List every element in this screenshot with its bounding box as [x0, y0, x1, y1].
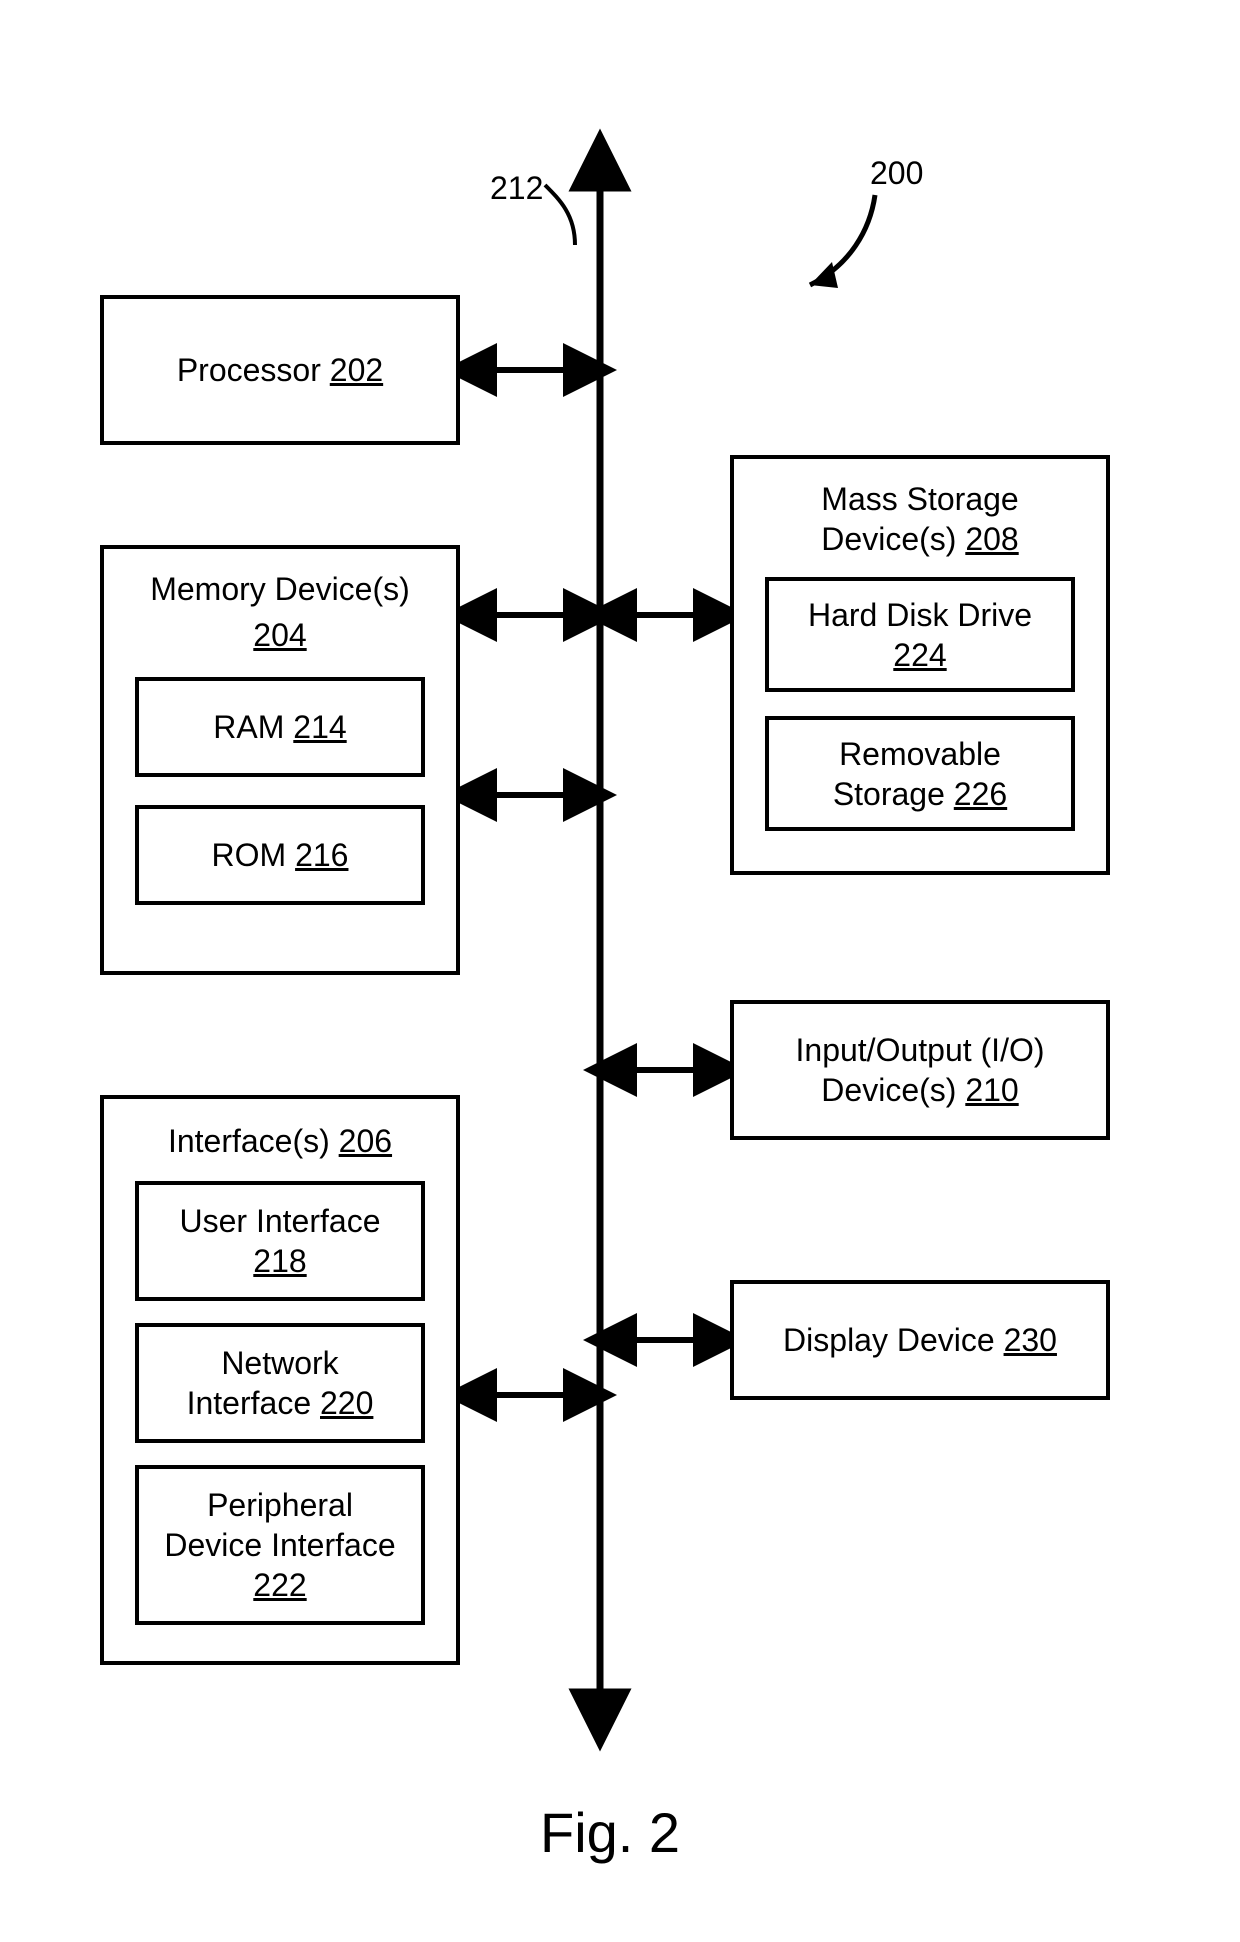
peripheral-interface-block: Peripheral Device Interface 222 [135, 1465, 425, 1625]
user-interface-block: User Interface 218 [135, 1181, 425, 1301]
interfaces-label: Interface(s) 206 [168, 1121, 392, 1161]
diagram-canvas: 212 200 Processor 202 Memory Device(s) 2… [0, 0, 1240, 1942]
system-ref-label: 200 [870, 155, 923, 192]
system-ref-arrow [810, 195, 875, 285]
network-interface-label2: Interface 220 [187, 1383, 374, 1423]
mass-storage-block: Mass Storage Device(s) 208 Hard Disk Dri… [730, 455, 1110, 875]
removable-label1: Removable [839, 734, 1001, 774]
processor-block: Processor 202 [100, 295, 460, 445]
removable-block: Removable Storage 226 [765, 716, 1075, 831]
peripheral-interface-label1: Peripheral [207, 1485, 353, 1525]
network-interface-block: Network Interface 220 [135, 1323, 425, 1443]
ram-label: RAM 214 [213, 707, 346, 747]
mass-storage-label2: Device(s) 208 [821, 519, 1018, 559]
memory-block: Memory Device(s) 204 RAM 214 ROM 216 [100, 545, 460, 975]
rom-block: ROM 216 [135, 805, 425, 905]
bus-ref-label: 212 [490, 170, 543, 207]
hdd-block: Hard Disk Drive 224 [765, 577, 1075, 692]
peripheral-interface-label2: Device Interface [164, 1525, 395, 1565]
rom-label: ROM 216 [212, 835, 349, 875]
io-label2: Device(s) 210 [821, 1070, 1018, 1110]
mass-storage-label1: Mass Storage [821, 479, 1018, 519]
io-label1: Input/Output (I/O) [796, 1030, 1045, 1070]
display-label: Display Device 230 [783, 1320, 1057, 1360]
ram-block: RAM 214 [135, 677, 425, 777]
removable-label2: Storage 226 [833, 774, 1007, 814]
io-block: Input/Output (I/O) Device(s) 210 [730, 1000, 1110, 1140]
figure-caption: Fig. 2 [540, 1800, 680, 1865]
network-interface-label1: Network [221, 1343, 338, 1383]
display-block: Display Device 230 [730, 1280, 1110, 1400]
memory-ref: 204 [253, 615, 306, 655]
processor-label: Processor 202 [177, 350, 383, 390]
memory-label: Memory Device(s) [150, 569, 410, 609]
user-interface-label: User Interface [180, 1201, 381, 1241]
hdd-label: Hard Disk Drive [808, 595, 1032, 635]
interfaces-block: Interface(s) 206 User Interface 218 Netw… [100, 1095, 460, 1665]
bus-label-connector [545, 185, 575, 245]
